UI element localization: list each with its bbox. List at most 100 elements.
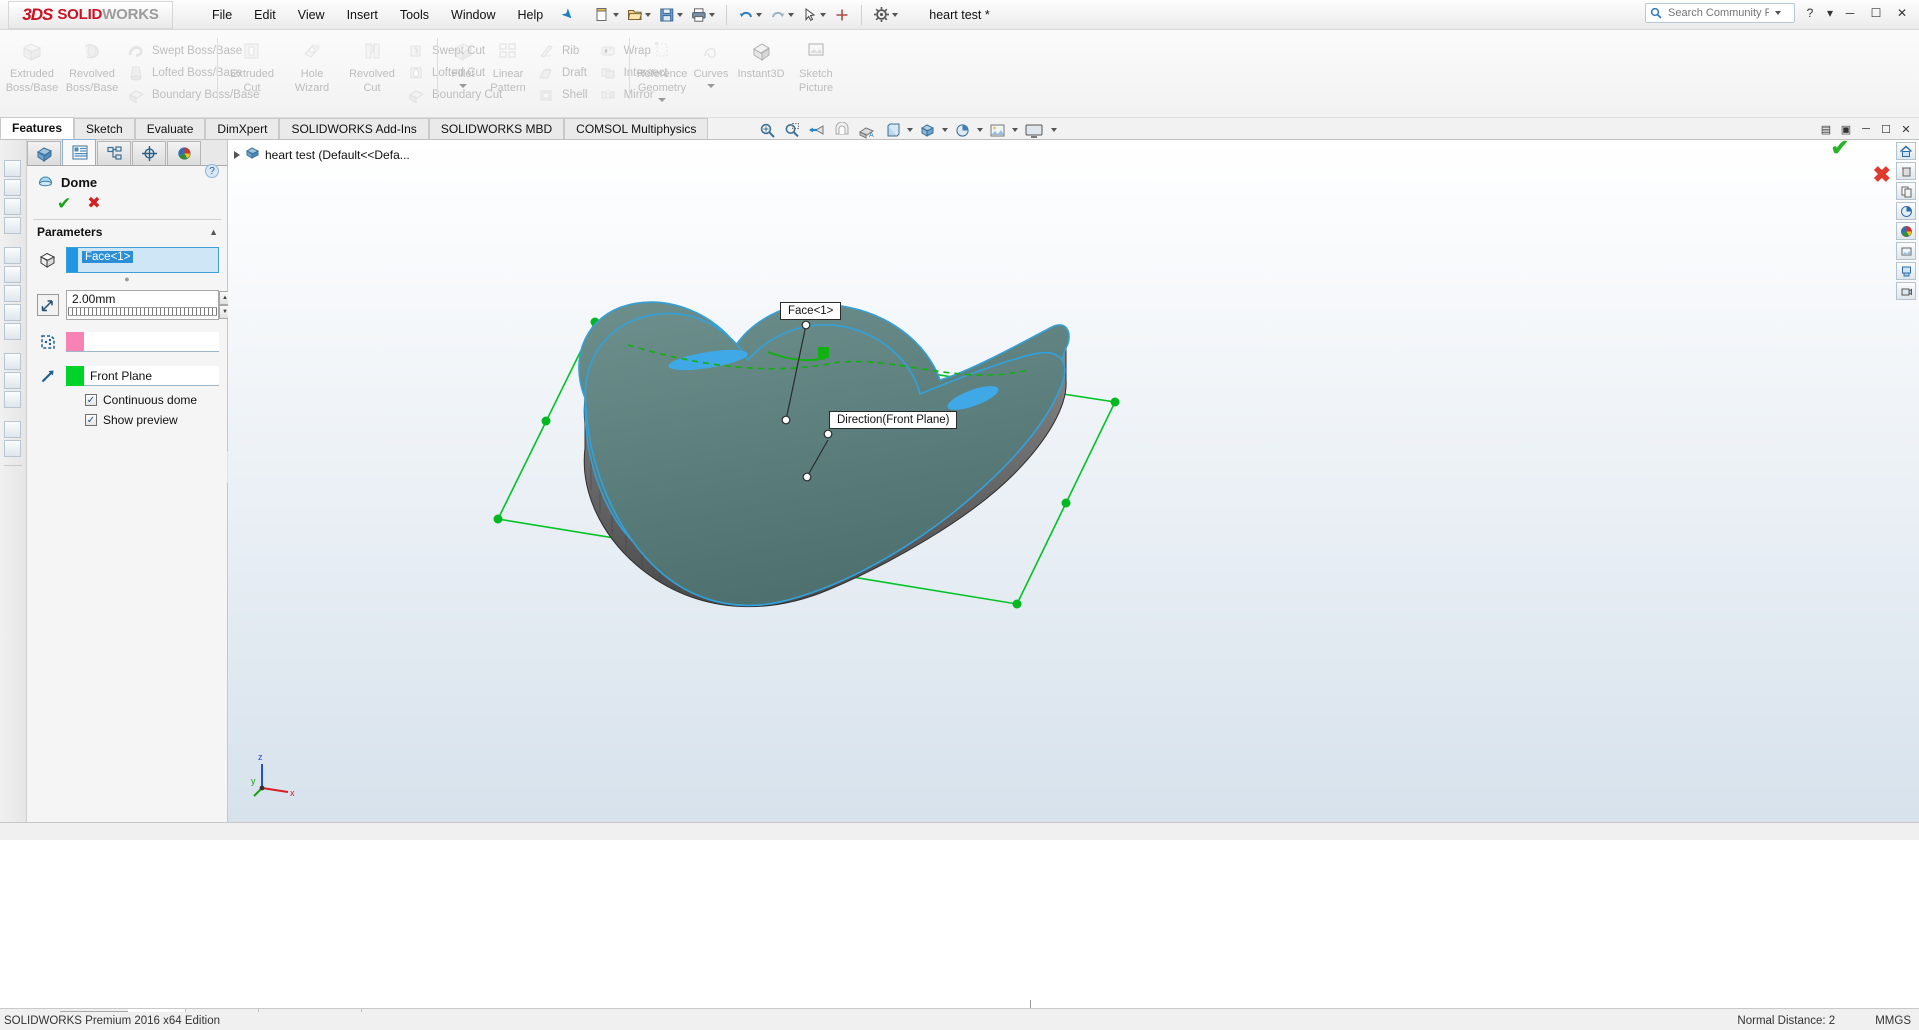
- options-icon[interactable]: [870, 4, 901, 25]
- menu-item-tools[interactable]: Tools: [389, 4, 440, 26]
- zoom-to-fit-icon[interactable]: [756, 120, 778, 140]
- doc-restore-button[interactable]: ☐: [1877, 120, 1895, 138]
- tab-evaluate[interactable]: Evaluate: [134, 118, 206, 139]
- distance-value[interactable]: 2.00mm: [67, 291, 218, 306]
- appearances-icon[interactable]: [1896, 202, 1916, 220]
- show-preview-checkbox[interactable]: ✓: [85, 414, 97, 426]
- draft-button[interactable]: Draft: [536, 62, 588, 83]
- close-button[interactable]: ✕: [1891, 3, 1913, 23]
- view-settings-icon[interactable]: [1021, 120, 1047, 140]
- menu-item-file[interactable]: File: [201, 4, 243, 26]
- display-style-icon[interactable]: [881, 120, 903, 140]
- chevron-down-icon[interactable]: [755, 12, 762, 17]
- search-community-forum[interactable]: [1645, 3, 1795, 23]
- menu-item-window[interactable]: Window: [440, 4, 506, 26]
- strip-icon-14[interactable]: [4, 440, 21, 457]
- callout-direction[interactable]: Direction(Front Plane): [829, 411, 958, 429]
- menu-item-help[interactable]: Help: [507, 4, 555, 26]
- chevron-down-icon[interactable]: [1775, 11, 1781, 15]
- chevron-down-icon[interactable]: [1051, 128, 1057, 132]
- help-icon[interactable]: ?: [205, 164, 219, 178]
- strip-icon-3[interactable]: [4, 198, 21, 215]
- chevron-down-icon[interactable]: [612, 12, 619, 17]
- shell-button[interactable]: Shell: [536, 84, 588, 105]
- instant3d-button[interactable]: Instant3D: [732, 34, 790, 80]
- chevron-down-icon[interactable]: [819, 12, 826, 17]
- model-3d-view[interactable]: Front Plane: [228, 140, 1919, 822]
- constraint-field[interactable]: [66, 332, 219, 352]
- direction-field[interactable]: Front Plane: [66, 365, 219, 386]
- copy-icon[interactable]: [1896, 182, 1916, 200]
- hide-show-items-icon[interactable]: [916, 120, 938, 140]
- parameters-section-header[interactable]: Parameters ▲: [27, 220, 227, 244]
- menu-item-insert[interactable]: Insert: [336, 4, 389, 26]
- hole-wizard-button[interactable]: Hole Wizard: [282, 34, 342, 94]
- redo-icon[interactable]: [767, 5, 797, 25]
- confirm-accept-button[interactable]: ✔: [1831, 140, 1849, 161]
- undo-icon[interactable]: [735, 5, 765, 25]
- chevron-down-icon[interactable]: [708, 12, 715, 17]
- curves-button[interactable]: Curves: [690, 34, 732, 88]
- distance-slider[interactable]: [68, 307, 217, 316]
- strip-icon-8[interactable]: [4, 304, 21, 321]
- strip-icon-2[interactable]: [4, 179, 21, 196]
- dome-distance-field[interactable]: 2.00mm ▲ ▼: [66, 290, 231, 320]
- chevron-down-icon[interactable]: [907, 128, 913, 132]
- apply-scene-icon[interactable]: [986, 120, 1008, 140]
- menu-item-view[interactable]: View: [287, 4, 336, 26]
- zoom-to-area-icon[interactable]: [781, 120, 803, 140]
- pushpin-icon[interactable]: ➤: [558, 4, 579, 24]
- help-dropdown-icon[interactable]: ▾: [1825, 3, 1835, 23]
- continuous-dome-row[interactable]: ✓ Continuous dome: [27, 390, 227, 410]
- rib-button[interactable]: Rib: [536, 40, 588, 61]
- revolved-boss-base-button[interactable]: Revolved Boss/Base: [62, 34, 122, 94]
- continuous-dome-checkbox[interactable]: ✓: [85, 394, 97, 406]
- strip-icon-10[interactable]: [4, 353, 21, 370]
- lights-icon[interactable]: [1896, 262, 1916, 280]
- selected-face-item[interactable]: Face<1>: [82, 251, 134, 263]
- chevron-down-icon[interactable]: [658, 98, 666, 102]
- chevron-down-icon[interactable]: [459, 84, 467, 88]
- strip-icon-13[interactable]: [4, 421, 21, 438]
- resize-handle[interactable]: ●: [27, 274, 227, 284]
- chevron-down-icon[interactable]: [977, 128, 983, 132]
- previous-view-icon[interactable]: [806, 120, 828, 140]
- chevron-up-icon[interactable]: ▲: [209, 227, 218, 237]
- strip-icon-9[interactable]: [4, 323, 21, 340]
- configuration-manager-tab[interactable]: [97, 141, 131, 165]
- chevron-down-icon[interactable]: [676, 12, 683, 17]
- tab-dimxpert[interactable]: DimXpert: [205, 118, 280, 139]
- feature-manager-tab[interactable]: [27, 141, 61, 165]
- tab-sketch[interactable]: Sketch: [74, 118, 135, 139]
- strip-icon-6[interactable]: [4, 266, 21, 283]
- chevron-down-icon[interactable]: [707, 84, 715, 88]
- linear-pattern-button[interactable]: Linear Pattern: [484, 34, 532, 94]
- edit-appearance-icon[interactable]: [951, 120, 973, 140]
- maximize-button[interactable]: ☐: [1865, 3, 1887, 23]
- chevron-down-icon[interactable]: [891, 12, 898, 17]
- tile-left-icon[interactable]: ▤: [1817, 120, 1835, 138]
- new-document-icon[interactable]: [592, 5, 622, 25]
- fillet-button[interactable]: Fillet: [442, 34, 484, 88]
- confirm-cancel-button[interactable]: ✖: [1873, 162, 1891, 188]
- help-button[interactable]: ?: [1799, 3, 1821, 23]
- open-document-icon[interactable]: [624, 5, 654, 25]
- minimize-button[interactable]: ─: [1839, 3, 1861, 23]
- doc-minimize-button[interactable]: ─: [1857, 120, 1875, 138]
- view-orientation-home-icon[interactable]: [1896, 142, 1916, 160]
- search-input[interactable]: [1666, 6, 1771, 20]
- callout-face[interactable]: Face<1>: [780, 302, 842, 320]
- extruded-cut-button[interactable]: Extruded Cut: [222, 34, 282, 94]
- chevron-down-icon[interactable]: [942, 128, 948, 132]
- tab-features[interactable]: Features: [0, 117, 75, 139]
- reference-geometry-button[interactable]: Reference Geometry: [634, 34, 690, 102]
- strip-icon-12[interactable]: [4, 391, 21, 408]
- chevron-down-icon[interactable]: [1012, 128, 1018, 132]
- revolved-cut-button[interactable]: Revolved Cut: [342, 34, 402, 94]
- section-view-icon[interactable]: [831, 120, 853, 140]
- chevron-down-icon[interactable]: [644, 12, 651, 17]
- scenes-icon[interactable]: [1896, 222, 1916, 240]
- extruded-boss-base-button[interactable]: Extruded Boss/Base: [2, 34, 62, 94]
- constraint-value[interactable]: [84, 332, 219, 351]
- doc-close-button[interactable]: ✕: [1897, 120, 1915, 138]
